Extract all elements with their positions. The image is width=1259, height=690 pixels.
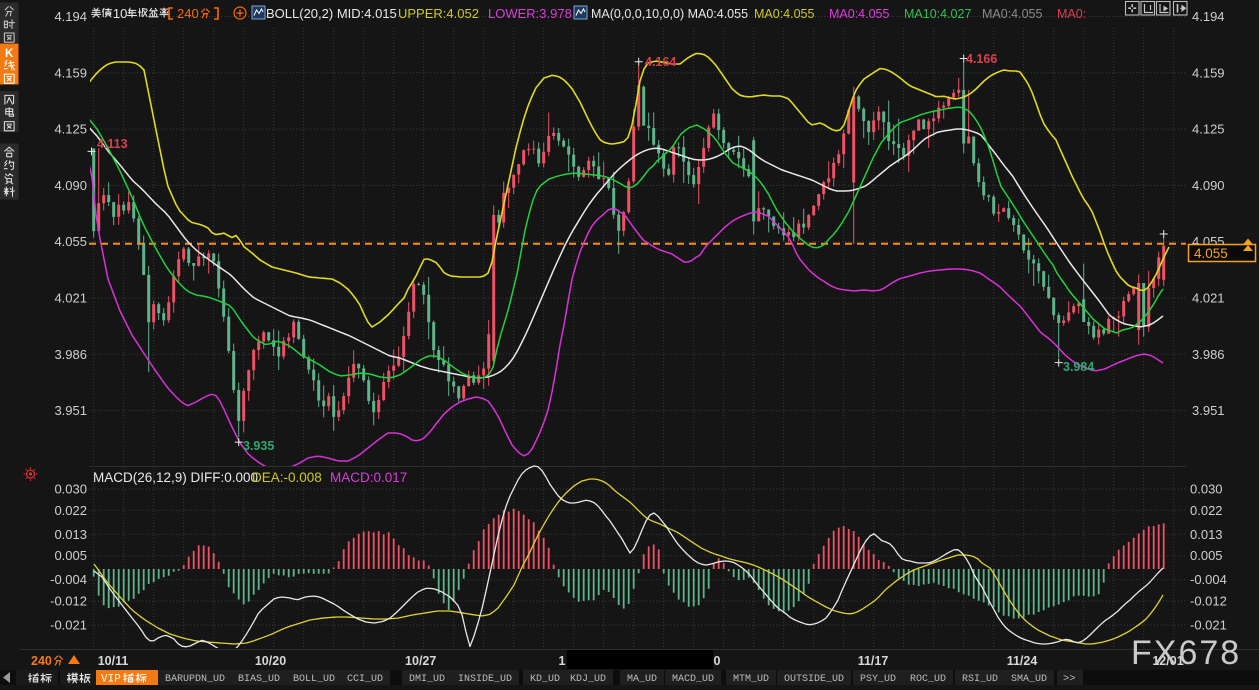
svg-text:-0.021: -0.021 (50, 618, 87, 633)
svg-text:MACD_UD: MACD_UD (672, 674, 714, 685)
svg-text:10/27: 10/27 (405, 654, 436, 668)
svg-text:-0.004: -0.004 (50, 572, 87, 587)
svg-text:CCI_UD: CCI_UD (347, 674, 383, 685)
svg-text:INSIDE_UD: INSIDE_UD (458, 674, 512, 685)
svg-text:3.986: 3.986 (54, 347, 87, 362)
svg-text:4.164: 4.164 (645, 55, 676, 69)
svg-text:FX678: FX678 (1131, 634, 1241, 672)
svg-text:4.194: 4.194 (1192, 9, 1225, 24)
svg-text:>>: >> (1063, 673, 1076, 685)
svg-text:4.113: 4.113 (97, 137, 128, 151)
svg-text:BARUPDN_UD: BARUPDN_UD (165, 674, 225, 685)
svg-text:KD_UD: KD_UD (530, 674, 560, 685)
svg-text:-0.012: -0.012 (50, 594, 87, 609)
svg-text:BIAS_UD: BIAS_UD (238, 674, 280, 685)
svg-text:3.951: 3.951 (54, 403, 87, 418)
svg-text:SMA_UD: SMA_UD (1011, 674, 1047, 685)
svg-text:MA0:: MA0: (1057, 7, 1086, 21)
svg-text:K: K (5, 48, 14, 60)
svg-text:4.090: 4.090 (54, 178, 87, 193)
svg-text:0.022: 0.022 (54, 503, 87, 518)
svg-text:-0.012: -0.012 (1190, 594, 1227, 609)
svg-text:4.159: 4.159 (1192, 65, 1225, 80)
svg-text:240: 240 (177, 6, 199, 21)
svg-text:RSI_UD: RSI_UD (962, 674, 998, 685)
svg-text:ROC_UD: ROC_UD (910, 674, 946, 685)
svg-text:MA0:4.055: MA0:4.055 (829, 7, 890, 21)
svg-text:MA(0,0,0,10,0,0) MA0:4.055: MA(0,0,0,10,0,0) MA0:4.055 (591, 7, 748, 21)
svg-text:10/11: 10/11 (98, 654, 129, 668)
svg-text:3.986: 3.986 (1192, 347, 1225, 362)
svg-text:1: 1 (559, 654, 566, 668)
svg-text:MACD(26,12,9) DIFF:0.000: MACD(26,12,9) DIFF:0.000 (93, 470, 258, 485)
svg-text:DMI_UD: DMI_UD (409, 674, 445, 685)
svg-text:4.055: 4.055 (54, 234, 87, 249)
svg-text:4.125: 4.125 (1192, 122, 1225, 137)
svg-text:MACD:0.017: MACD:0.017 (330, 470, 407, 485)
svg-text:4.159: 4.159 (54, 65, 87, 80)
svg-text:0.013: 0.013 (54, 527, 87, 542)
svg-text:MA10:4.027: MA10:4.027 (904, 7, 971, 21)
svg-text:OUTSIDE_UD: OUTSIDE_UD (784, 674, 844, 685)
svg-text:11/17: 11/17 (858, 654, 889, 668)
svg-text:3.984: 3.984 (1063, 360, 1094, 374)
svg-text:BOLL_UD: BOLL_UD (293, 674, 335, 685)
svg-text:UPPER:4.052: UPPER:4.052 (398, 6, 479, 21)
svg-text:BOLL(20,2) MID:4.015: BOLL(20,2) MID:4.015 (266, 6, 397, 21)
svg-text:KDJ_UD: KDJ_UD (570, 674, 606, 685)
svg-text:10: 10 (113, 6, 127, 21)
svg-text:4.166: 4.166 (966, 52, 997, 66)
svg-text:3.935: 3.935 (243, 439, 274, 453)
svg-text:MA0:4.055: MA0:4.055 (754, 7, 815, 21)
svg-text:4.090: 4.090 (1192, 178, 1225, 193)
svg-text:10/20: 10/20 (255, 654, 286, 668)
svg-text:11/24: 11/24 (1007, 654, 1038, 668)
svg-text:4.055: 4.055 (1194, 246, 1228, 261)
svg-text:240: 240 (31, 654, 52, 668)
svg-text:PSY_UD: PSY_UD (860, 674, 896, 685)
svg-text:4.021: 4.021 (54, 291, 87, 306)
svg-text:0.030: 0.030 (1190, 482, 1223, 497)
svg-text:MA0:4.055: MA0:4.055 (982, 7, 1043, 21)
svg-text:4.125: 4.125 (54, 122, 87, 137)
svg-text:0.005: 0.005 (1190, 548, 1223, 563)
svg-text:MA_UD: MA_UD (627, 674, 657, 685)
svg-text:4.021: 4.021 (1192, 291, 1225, 306)
svg-text:LOWER:3.978: LOWER:3.978 (488, 6, 572, 21)
svg-text:0.030: 0.030 (54, 482, 87, 497)
svg-text:3.951: 3.951 (1192, 403, 1225, 418)
svg-text:4.194: 4.194 (54, 9, 87, 24)
svg-text:VIP: VIP (101, 674, 121, 686)
svg-text:-0.021: -0.021 (1190, 618, 1227, 633)
svg-text:0.005: 0.005 (54, 548, 87, 563)
svg-text:-0.004: -0.004 (1190, 572, 1227, 587)
svg-text:0.022: 0.022 (1190, 503, 1223, 518)
svg-text:0.013: 0.013 (1190, 527, 1223, 542)
svg-text:DEA:-0.008: DEA:-0.008 (252, 470, 322, 485)
svg-text:MTM_UD: MTM_UD (733, 674, 769, 685)
svg-text:0: 0 (714, 654, 721, 668)
